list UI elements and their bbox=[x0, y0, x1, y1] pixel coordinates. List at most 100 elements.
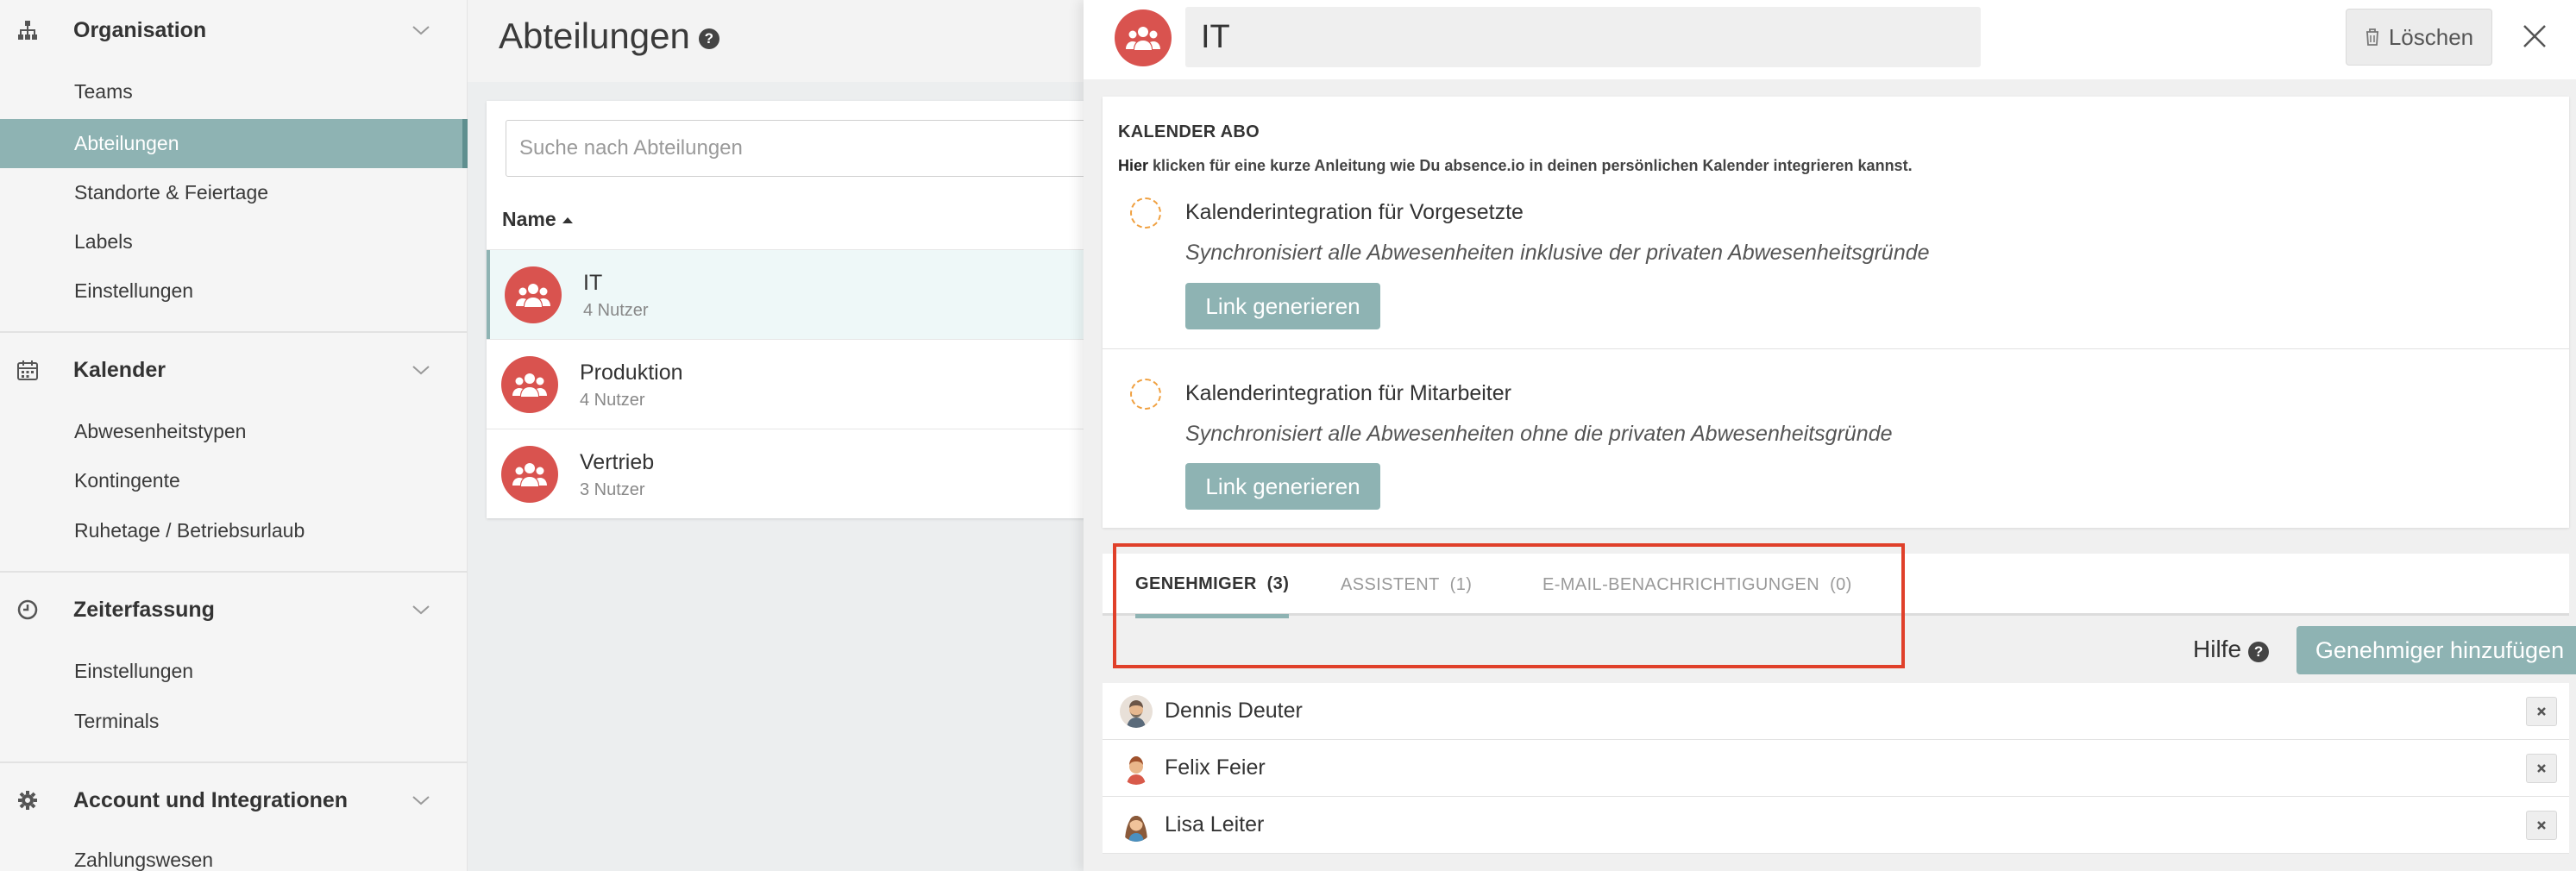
sidebar-item-labels[interactable]: Labels bbox=[0, 217, 468, 266]
close-icon bbox=[2537, 764, 2546, 773]
sidebar-item-teams[interactable]: Teams bbox=[0, 67, 468, 116]
approver-row: Dennis Deuter bbox=[1103, 683, 2569, 740]
sidebar-item-abwesenheitstypen[interactable]: Abwesenheitstypen bbox=[0, 407, 468, 456]
close-icon[interactable] bbox=[2517, 17, 2552, 55]
sidebar-item-kontingente[interactable]: Kontingente bbox=[0, 456, 468, 505]
detail-header: IT Löschen bbox=[1084, 0, 2576, 79]
approver-row: Felix Feier bbox=[1103, 740, 2569, 797]
approver-name: Felix Feier bbox=[1165, 755, 1266, 780]
sidebar-item-zahlungswesen[interactable]: Zahlungswesen bbox=[0, 836, 468, 871]
page-title: Abteilungen ? bbox=[499, 16, 719, 57]
sidebar-section-zeiterfassung[interactable]: Zeiterfassung bbox=[0, 580, 468, 640]
help-link[interactable]: Hilfe ? bbox=[2193, 636, 2270, 663]
sidebar-divider bbox=[0, 331, 468, 333]
help-label: Hilfe bbox=[2193, 636, 2242, 662]
calendar-hint[interactable]: Hier klicken für eine kurze Anleitung wi… bbox=[1118, 157, 1913, 175]
tab-assistent[interactable]: ASSISTENT (1) bbox=[1341, 554, 1472, 616]
generate-link-button[interactable]: Link generieren bbox=[1185, 463, 1380, 510]
list-item-name: Vertrieb bbox=[580, 450, 655, 474]
calendar-hint-link[interactable]: Hier bbox=[1118, 157, 1148, 174]
group-avatar-icon bbox=[1115, 9, 1172, 66]
sidebar-item-ruhetage[interactable]: Ruhetage / Betriebsurlaub bbox=[0, 506, 468, 555]
delete-button-label: Löschen bbox=[2388, 23, 2474, 50]
list-item-count: 4 Nutzer bbox=[580, 391, 645, 410]
user-avatar-icon bbox=[1120, 752, 1153, 785]
sidebar-divider bbox=[0, 761, 468, 763]
list-item-name: IT bbox=[583, 271, 603, 295]
sidebar-section-account[interactable]: Account und Integrationen bbox=[0, 770, 468, 830]
list-item-count: 3 Nutzer bbox=[580, 480, 645, 499]
chevron-down-icon[interactable] bbox=[409, 788, 433, 812]
chevron-down-icon[interactable] bbox=[409, 18, 433, 42]
tab-count: (3) bbox=[1266, 573, 1290, 593]
sidebar-item-standorte[interactable]: Standorte & Feiertage bbox=[0, 168, 468, 217]
approver-row: Lisa Leiter bbox=[1103, 797, 2569, 854]
calendar-integration-title: Kalenderintegration für Vorgesetzte bbox=[1185, 200, 1524, 224]
sidebar-section-title: Account und Integrationen bbox=[73, 787, 349, 812]
calendar-subscription-card: KALENDER ABO Hier klicken für eine kurze… bbox=[1103, 97, 2569, 528]
chevron-down-icon[interactable] bbox=[409, 598, 433, 622]
sidebar-item-terminals[interactable]: Terminals bbox=[0, 697, 468, 746]
department-detail-panel: IT Löschen KALENDER ABO Hier klicken für… bbox=[1084, 0, 2576, 871]
sort-asc-icon bbox=[562, 216, 573, 223]
tab-count: (0) bbox=[1830, 574, 1852, 594]
calendar-integration-description: Synchronisiert alle Abwesenheiten ohne d… bbox=[1185, 422, 1893, 446]
calendar-integration-title: Kalenderintegration für Mitarbeiter bbox=[1185, 381, 1511, 405]
group-avatar-icon bbox=[501, 446, 558, 503]
trash-icon bbox=[2366, 28, 2378, 46]
list-item[interactable]: Produktion 4 Nutzer bbox=[487, 340, 1090, 429]
delete-button[interactable]: Löschen bbox=[2346, 9, 2492, 66]
calendar-hint-text: klicken für eine kurze Anleitung wie Du … bbox=[1148, 157, 1913, 174]
loading-spinner-icon bbox=[1130, 379, 1161, 410]
loading-spinner-icon bbox=[1130, 197, 1161, 229]
page-title-text: Abteilungen bbox=[499, 16, 690, 56]
sidebar-section-title: Zeiterfassung bbox=[73, 597, 215, 622]
sidebar-item-zeiterfassung-einstellungen[interactable]: Einstellungen bbox=[0, 647, 468, 696]
approver-name: Dennis Deuter bbox=[1165, 699, 1303, 723]
tab-count: (1) bbox=[1449, 574, 1473, 594]
tab-bar: GENEHMIGER (3) ASSISTENT (1) E-MAIL-BENA… bbox=[1103, 554, 2569, 618]
list-item-count: 4 Nutzer bbox=[583, 301, 649, 320]
sidebar-item-einstellungen[interactable]: Einstellungen bbox=[0, 266, 468, 316]
calendar-divider bbox=[1103, 348, 2569, 349]
tab-label: GENEHMIGER bbox=[1135, 573, 1257, 593]
department-name-input[interactable]: IT bbox=[1185, 7, 1981, 67]
gear-icon bbox=[16, 788, 40, 812]
group-avatar-icon bbox=[501, 356, 558, 413]
help-icon[interactable]: ? bbox=[698, 28, 719, 49]
department-list: Suche nach Abteilungen Name IT 4 Nutzer … bbox=[487, 101, 1109, 518]
approver-name: Lisa Leiter bbox=[1165, 812, 1265, 837]
sidebar-section-title: Kalender bbox=[73, 357, 166, 382]
column-header-name[interactable]: Name bbox=[502, 208, 574, 231]
calendar-icon bbox=[16, 358, 40, 382]
sitemap-icon bbox=[16, 18, 40, 42]
add-approver-button[interactable]: Genehmiger hinzufügen bbox=[2296, 626, 2576, 674]
sidebar: Organisation Teams Abteilungen Standorte… bbox=[0, 0, 468, 871]
sidebar-item-abteilungen[interactable]: Abteilungen bbox=[0, 119, 468, 168]
calendar-integration-description: Synchronisiert alle Abwesenheiten inklus… bbox=[1185, 241, 1930, 265]
column-header-label: Name bbox=[502, 208, 556, 230]
search-input[interactable]: Suche nach Abteilungen bbox=[506, 120, 1109, 177]
tab-genehmiger[interactable]: GENEHMIGER (3) bbox=[1135, 554, 1290, 618]
remove-approver-button[interactable] bbox=[2526, 697, 2557, 726]
remove-approver-button[interactable] bbox=[2526, 811, 2557, 840]
list-item[interactable]: IT 4 Nutzer bbox=[487, 250, 1090, 339]
remove-approver-button[interactable] bbox=[2526, 754, 2557, 783]
user-avatar-icon bbox=[1120, 695, 1153, 728]
sidebar-divider bbox=[0, 571, 468, 573]
calendar-section-title: KALENDER ABO bbox=[1118, 122, 1260, 141]
tab-label: E-MAIL-BENACHRICHTIGUNGEN bbox=[1542, 574, 1820, 594]
list-item[interactable]: Vertrieb 3 Nutzer bbox=[487, 429, 1090, 518]
help-icon: ? bbox=[2248, 642, 2270, 662]
sidebar-section-title: Organisation bbox=[73, 17, 207, 42]
sidebar-section-kalender[interactable]: Kalender bbox=[0, 340, 468, 400]
user-avatar-icon bbox=[1120, 809, 1153, 842]
clock-icon bbox=[16, 598, 40, 622]
tab-email-benachrichtigungen[interactable]: E-MAIL-BENACHRICHTIGUNGEN (0) bbox=[1542, 554, 1852, 616]
chevron-down-icon[interactable] bbox=[409, 358, 433, 382]
close-icon bbox=[2537, 821, 2546, 830]
generate-link-button[interactable]: Link generieren bbox=[1185, 283, 1380, 329]
tab-label: ASSISTENT bbox=[1341, 574, 1440, 594]
sidebar-section-organisation[interactable]: Organisation bbox=[0, 0, 468, 60]
approver-tabs-card: GENEHMIGER (3) ASSISTENT (1) E-MAIL-BENA… bbox=[1103, 554, 2576, 855]
